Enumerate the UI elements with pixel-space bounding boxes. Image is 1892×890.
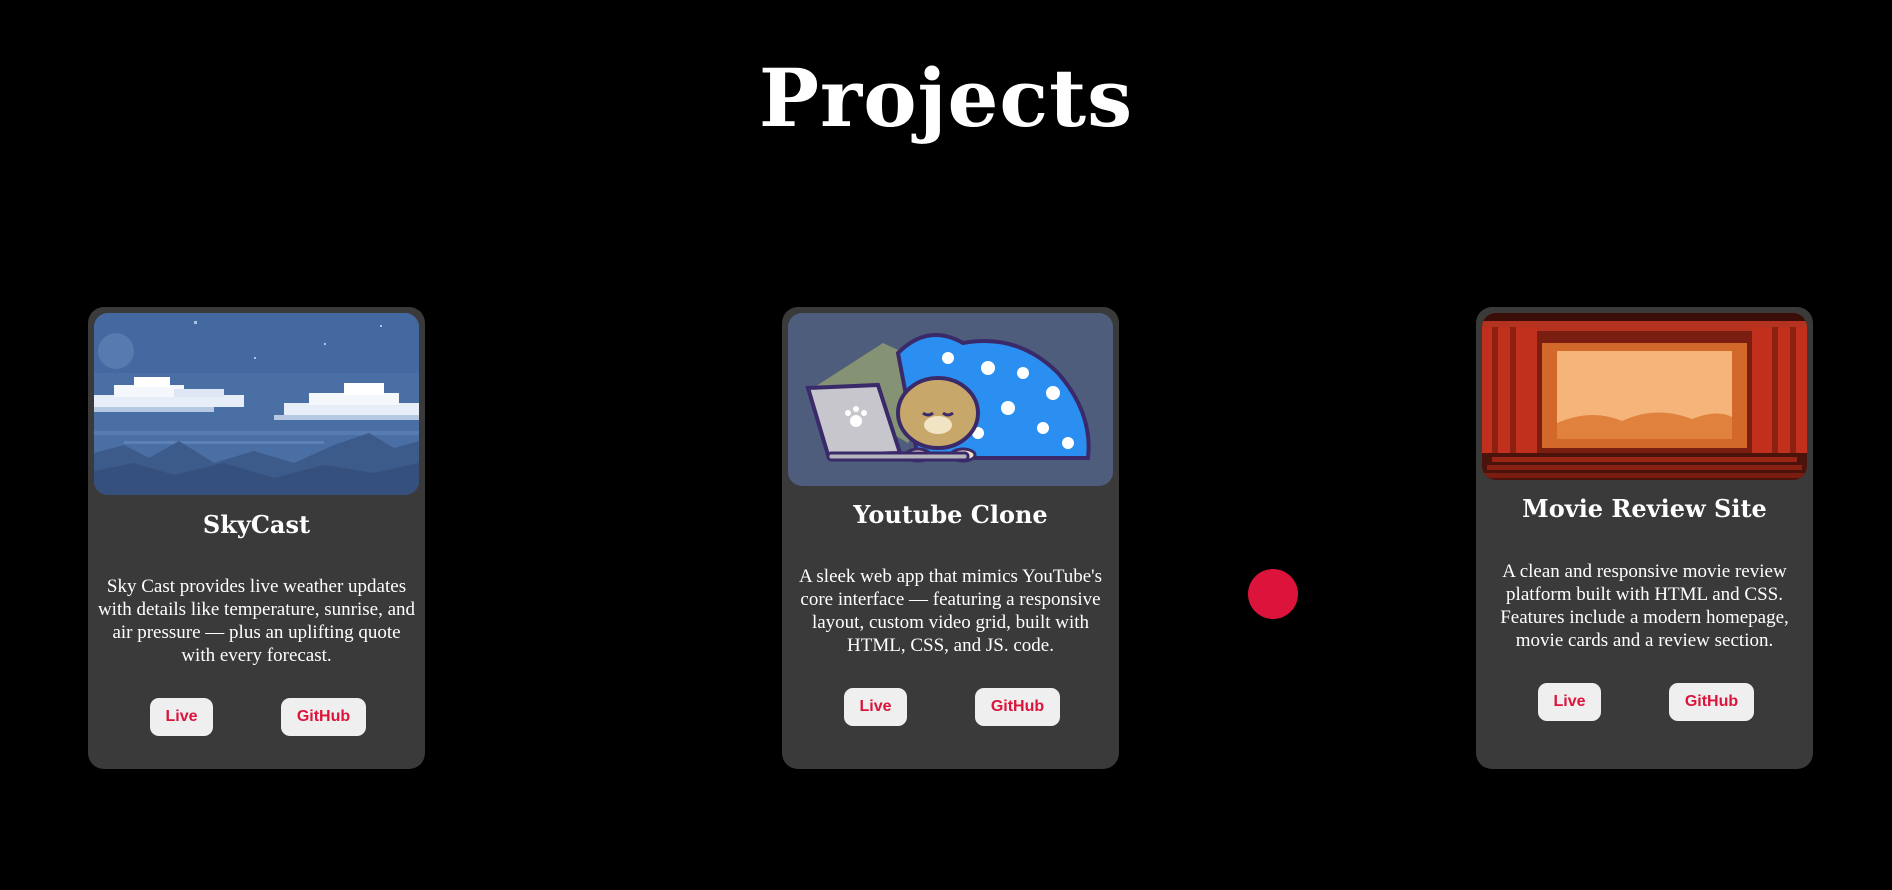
- project-description: A clean and responsive movie review plat…: [1500, 561, 1789, 651]
- project-image-youtube-clone: [788, 313, 1113, 486]
- project-card-youtube-clone: Youtube Clone A sleek web app that mimic…: [782, 307, 1119, 769]
- project-title: SkyCast: [202, 510, 311, 539]
- cat-laptop-illustration: [788, 313, 1113, 486]
- project-description: Sky Cast provides live weather updates w…: [97, 576, 416, 666]
- movie-theater-illustration: [1482, 313, 1807, 480]
- project-image-skycast: [94, 313, 419, 495]
- pixel-sky-illustration: [94, 313, 419, 495]
- cursor-dot-icon: [1248, 569, 1298, 619]
- live-button[interactable]: Live: [150, 698, 213, 736]
- project-card-movie-review-site: Movie Review Site A clean and responsive…: [1476, 307, 1813, 769]
- live-button[interactable]: Live: [844, 688, 907, 726]
- github-button[interactable]: GitHub: [975, 688, 1060, 726]
- github-button[interactable]: GitHub: [281, 698, 366, 736]
- live-button[interactable]: Live: [1538, 683, 1601, 721]
- github-button[interactable]: GitHub: [1669, 683, 1754, 721]
- project-description: A sleek web app that mimics YouTube's co…: [798, 566, 1103, 656]
- project-image-movie-review-site: [1482, 313, 1807, 480]
- project-title: Youtube Clone: [853, 500, 1048, 529]
- page-title: Projects: [758, 51, 1134, 145]
- project-title: Movie Review Site: [1522, 494, 1767, 523]
- project-card-skycast: SkyCast Sky Cast provides live weather u…: [88, 307, 425, 769]
